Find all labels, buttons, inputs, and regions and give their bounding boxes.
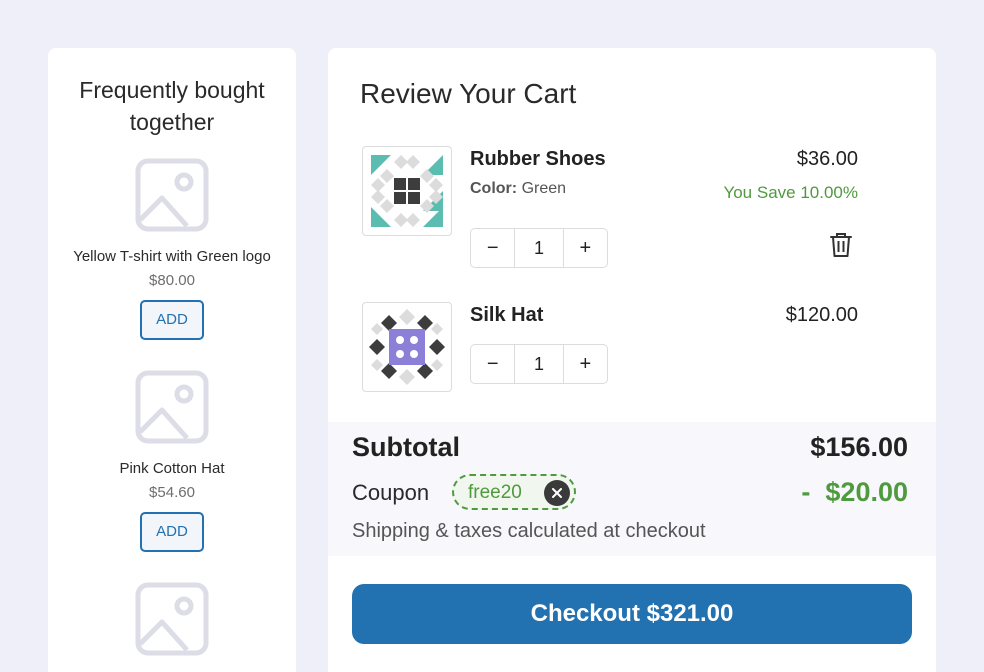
quantity-value[interactable]: 1: [514, 229, 564, 267]
cart-item-name: Silk Hat: [470, 304, 544, 326]
variant-label: Color:: [470, 180, 518, 197]
coupon-discount-value: - $20.00: [801, 477, 908, 507]
decrease-quantity-button[interactable]: −: [471, 345, 514, 383]
recommended-product: Yellow T-shirt with Green logo $80.00 AD…: [48, 158, 296, 340]
cart-item: Silk Hat $120.00 − 1 +: [360, 302, 904, 402]
close-icon: [552, 488, 562, 498]
remove-coupon-button[interactable]: [544, 480, 570, 506]
decrease-quantity-button[interactable]: −: [471, 229, 514, 267]
quantity-stepper: − 1 +: [470, 228, 608, 268]
coupon-code: free20: [468, 482, 522, 503]
recommended-product-name: Yellow T-shirt with Green logo: [73, 248, 271, 265]
increase-quantity-button[interactable]: +: [564, 345, 607, 383]
image-placeholder-icon: [135, 158, 209, 232]
add-to-cart-button[interactable]: ADD: [140, 300, 204, 340]
subtotal-value: $156.00: [810, 432, 908, 462]
increase-quantity-button[interactable]: +: [564, 229, 607, 267]
subtotal-label: Subtotal: [352, 432, 460, 462]
image-placeholder-icon: [135, 582, 209, 656]
variant-value: Green: [521, 180, 567, 197]
recommended-product: [48, 582, 296, 656]
cart-item-savings: You Save 10.00%: [723, 183, 858, 202]
cart-title: Review Your Cart: [360, 78, 577, 109]
cart-item-name: Rubber Shoes: [470, 148, 606, 170]
recommended-product-price: $80.00: [149, 272, 195, 289]
quantity-value[interactable]: 1: [514, 345, 564, 383]
recommendations-panel: Frequently bought together Yellow T-shir…: [48, 48, 296, 672]
patterned-thumbnail-image: [369, 309, 445, 385]
product-thumbnail: [362, 302, 452, 392]
cart-item: Rubber Shoes Color: Green $36.00 You Sav…: [360, 146, 904, 268]
image-placeholder-icon: [135, 370, 209, 444]
cart-item-price: $120.00: [785, 304, 858, 326]
applied-coupon-tag: free20: [452, 474, 576, 510]
patterned-thumbnail-image: [371, 155, 443, 227]
cart-item-price: $36.00: [796, 148, 858, 170]
app-frame: Frequently bought together Yellow T-shir…: [0, 0, 984, 672]
recommended-product: Pink Cotton Hat $54.60 ADD: [48, 370, 296, 552]
recommended-product-price: $54.60: [149, 484, 195, 501]
cart-panel: Review Your Cart Rubber Shoes Color: Gre…: [328, 48, 936, 672]
shipping-note: Shipping & taxes calculated at checkout: [352, 520, 706, 542]
order-summary: Subtotal $156.00 Coupon free20 - $20.00 …: [328, 422, 936, 556]
product-thumbnail: [362, 146, 452, 236]
recommendations-title: Frequently bought together: [79, 77, 265, 135]
trash-icon[interactable]: [830, 232, 852, 258]
recommended-product-name: Pink Cotton Hat: [119, 460, 225, 477]
checkout-button[interactable]: Checkout $321.00: [352, 584, 912, 644]
coupon-label: Coupon: [352, 480, 430, 505]
quantity-stepper: − 1 +: [470, 344, 608, 384]
add-to-cart-button[interactable]: ADD: [140, 512, 204, 552]
cart-item-variant: Color: Green: [470, 180, 566, 198]
